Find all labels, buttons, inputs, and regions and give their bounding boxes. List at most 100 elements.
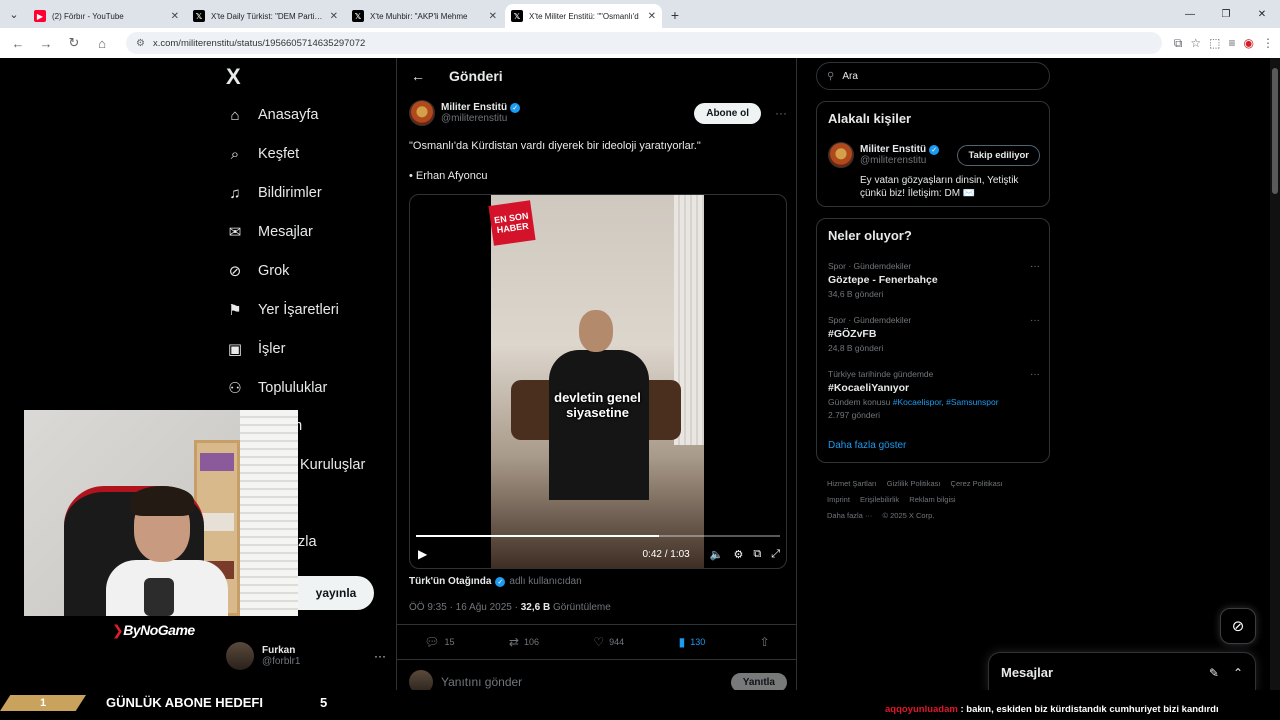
show-more-link[interactable]: Daha fazla göster <box>828 440 906 451</box>
subscribe-button[interactable]: Abone ol <box>694 102 761 124</box>
nav-item-jobs[interactable]: ▣ İşler <box>226 340 286 358</box>
footer-link[interactable]: Erişilebilirlik <box>860 495 899 504</box>
footer-link[interactable]: Imprint <box>827 495 850 504</box>
related-user[interactable]: Militer Enstitü ✓ @militerenstitu Takip … <box>828 142 1040 168</box>
forward-arrow-icon[interactable]: → <box>34 31 58 55</box>
new-tab-plus-icon[interactable]: + <box>664 4 686 26</box>
trend-topic-links[interactable]: #Kocaelispor, #Samsunspor <box>893 397 999 407</box>
trend-category: Türkiye tarihinde gündemde <box>828 369 934 379</box>
like-button[interactable]: ♡ 944 <box>593 635 624 649</box>
nav-item-more[interactable]: zla <box>298 534 317 550</box>
extensions-icon[interactable]: ⬚ <box>1209 36 1220 51</box>
reply-input[interactable]: Yanıtını gönder <box>441 675 522 689</box>
post-actions: 💬︎ 15 ⇄ 106 ♡ 944 ▮ 130 ⇧ <box>397 624 797 660</box>
nav-item-explore[interactable]: ⌕ Keşfet <box>226 145 299 163</box>
browser-tab-2[interactable]: 𝕏 X'te Muhbir: "AKP'li Mehme ✕ <box>346 4 503 28</box>
browser-tab-0[interactable]: ▶ (2) Förbır - YouTube ✕ <box>28 4 185 28</box>
tab-search-chevron-icon[interactable]: ⌄ <box>0 0 28 28</box>
search-icon: ⚲ <box>827 70 835 82</box>
author-name-row[interactable]: Militer Enstitü ✓ <box>441 102 521 113</box>
media-control-icon[interactable]: ≡ <box>1229 36 1236 51</box>
nav-item-notifications[interactable]: ♫ Bildirimler <box>226 184 321 202</box>
install-app-icon[interactable]: ⧉ <box>1174 36 1183 51</box>
nav-item-communities[interactable]: ⚇ Topluluklar <box>226 379 327 397</box>
picture-in-picture-icon[interactable]: ⧉ <box>753 548 761 561</box>
browser-tab-1[interactable]: 𝕏 X'te Daily Türkist: "DEM Parti Sö ✕ <box>187 4 344 28</box>
mail-icon: ✉ <box>228 224 242 241</box>
back-arrow-icon[interactable]: ← <box>6 31 30 55</box>
nav-item-bookmarks[interactable]: ⚑ Yer İşaretleri <box>226 301 339 319</box>
scrollbar-thumb[interactable] <box>1272 68 1278 194</box>
site-info-icon[interactable]: ⚙ <box>136 38 145 49</box>
search-input[interactable]: ⚲ Ara <box>816 62 1050 90</box>
close-icon[interactable]: ✕ <box>330 11 338 22</box>
trend-count: 2.797 gönderi <box>828 410 880 420</box>
nav-item-organizations[interactable]: Kuruluşlar <box>300 457 365 473</box>
footer-link[interactable]: Çerez Politikası <box>951 479 1003 488</box>
nav-item-home[interactable]: ⌂ Anasayfa <box>226 106 318 124</box>
minimize-icon[interactable]: — <box>1172 0 1208 28</box>
author-handle[interactable]: @militerenstitu <box>441 113 520 124</box>
source-suffix: adlı kullanıcıdan <box>509 576 582 587</box>
bookmark-button[interactable]: ▮ 130 <box>679 635 706 649</box>
profile-icon[interactable]: ◉ <box>1244 36 1254 51</box>
footer-link[interactable]: Gizlilik Politikası <box>887 479 941 488</box>
fullscreen-icon[interactable]: ⤢ <box>771 548 780 561</box>
reply-count: 15 <box>444 637 455 647</box>
footer-link[interactable]: Hizmet Şartları <box>827 479 877 488</box>
x-logo[interactable]: X <box>226 64 241 90</box>
close-window-icon[interactable]: ✕ <box>1244 0 1280 28</box>
close-icon[interactable]: ✕ <box>648 11 656 22</box>
source-user[interactable]: Türk'ün Otağında <box>409 576 491 587</box>
nav-item-grok[interactable]: ⊘ Grok <box>226 262 290 280</box>
reply-submit-button[interactable]: Yanıtla <box>730 672 787 692</box>
play-icon[interactable]: ▶ <box>418 547 427 561</box>
author-avatar[interactable] <box>409 100 435 126</box>
more-dots-icon[interactable]: ··· <box>1030 315 1040 326</box>
footer-link[interactable]: Reklam bilgisi <box>909 495 955 504</box>
post-timestamp[interactable]: ÖÖ 9:35 · 16 Ağu 2025 · <box>409 602 521 613</box>
back-arrow-icon[interactable]: ← <box>411 68 425 84</box>
post-header: ← Gönderi <box>397 58 797 94</box>
kebab-menu-icon[interactable]: ⋮ <box>1262 36 1274 51</box>
video-progress-bar[interactable] <box>416 535 780 537</box>
repost-button[interactable]: ⇄ 106 <box>509 635 539 649</box>
reload-icon[interactable]: ↻ <box>62 31 86 55</box>
more-dots-icon[interactable]: ··· <box>1030 261 1040 272</box>
video-source: Türk'ün Otağında ✓ adlı kullanıcıdan <box>409 576 582 587</box>
trend-item[interactable]: Spor · Gündemdekiler #GÖZvFB 24,8 B gönd… <box>828 315 1040 353</box>
reply-button[interactable]: 💬︎ 15 <box>424 635 454 649</box>
more-dots-icon[interactable]: ··· <box>374 649 386 663</box>
post-button-label: yayınla <box>315 586 357 600</box>
page-scrollbar[interactable] <box>1270 58 1280 690</box>
account-switcher[interactable]: Furkan @forblr1 ··· <box>226 642 386 670</box>
browser-tab-3[interactable]: 𝕏 X'te Militer Enstitü: ""Osmanlı'd ✕ <box>505 4 662 28</box>
video-player[interactable]: EN SON HABER devletin genel siyasetine ▶… <box>409 194 787 569</box>
settings-gear-icon[interactable]: ⚙ <box>733 548 743 561</box>
footer-link[interactable]: Daha fazla ··· <box>827 511 872 520</box>
trend-item[interactable]: Spor · Gündemdekiler Göztepe - Fenerbahç… <box>828 261 1040 299</box>
expand-chevron-icon[interactable]: ⌃ <box>1233 666 1243 680</box>
address-bar[interactable]: ⚙ x.com/militerenstitu/status/1956605714… <box>126 32 1162 54</box>
youtube-icon: ▶ <box>34 10 46 22</box>
books <box>200 513 234 531</box>
more-dots-icon[interactable]: ··· <box>775 106 787 120</box>
home-browser-icon[interactable]: ⌂ <box>90 31 114 55</box>
nav-label: Grok <box>258 263 290 279</box>
nav-item-messages[interactable]: ✉ Mesajlar <box>226 223 313 241</box>
new-message-icon[interactable]: ✎ <box>1209 666 1219 680</box>
close-icon[interactable]: ✕ <box>489 11 497 22</box>
restore-icon[interactable]: ❐ <box>1208 0 1244 28</box>
post-author: Militer Enstitü ✓ @militerenstitu Abone … <box>409 100 787 126</box>
search-placeholder: Ara <box>842 70 858 82</box>
share-button[interactable]: ⇧ <box>760 635 770 649</box>
star-bookmark-icon[interactable]: ☆ <box>1190 36 1201 51</box>
messages-drawer[interactable]: Mesajlar ✎ ⌃ <box>988 652 1256 692</box>
close-icon[interactable]: ✕ <box>171 11 179 22</box>
following-button[interactable]: Takip ediliyor <box>957 144 1040 166</box>
trend-item[interactable]: Türkiye tarihinde gündemde #KocaeliYanıy… <box>828 369 1040 420</box>
more-dots-icon[interactable]: ··· <box>1030 369 1040 380</box>
volume-icon[interactable]: 🔈 <box>710 548 724 561</box>
grok-floating-button[interactable]: ⊘ <box>1220 608 1256 644</box>
microphone <box>144 578 174 616</box>
